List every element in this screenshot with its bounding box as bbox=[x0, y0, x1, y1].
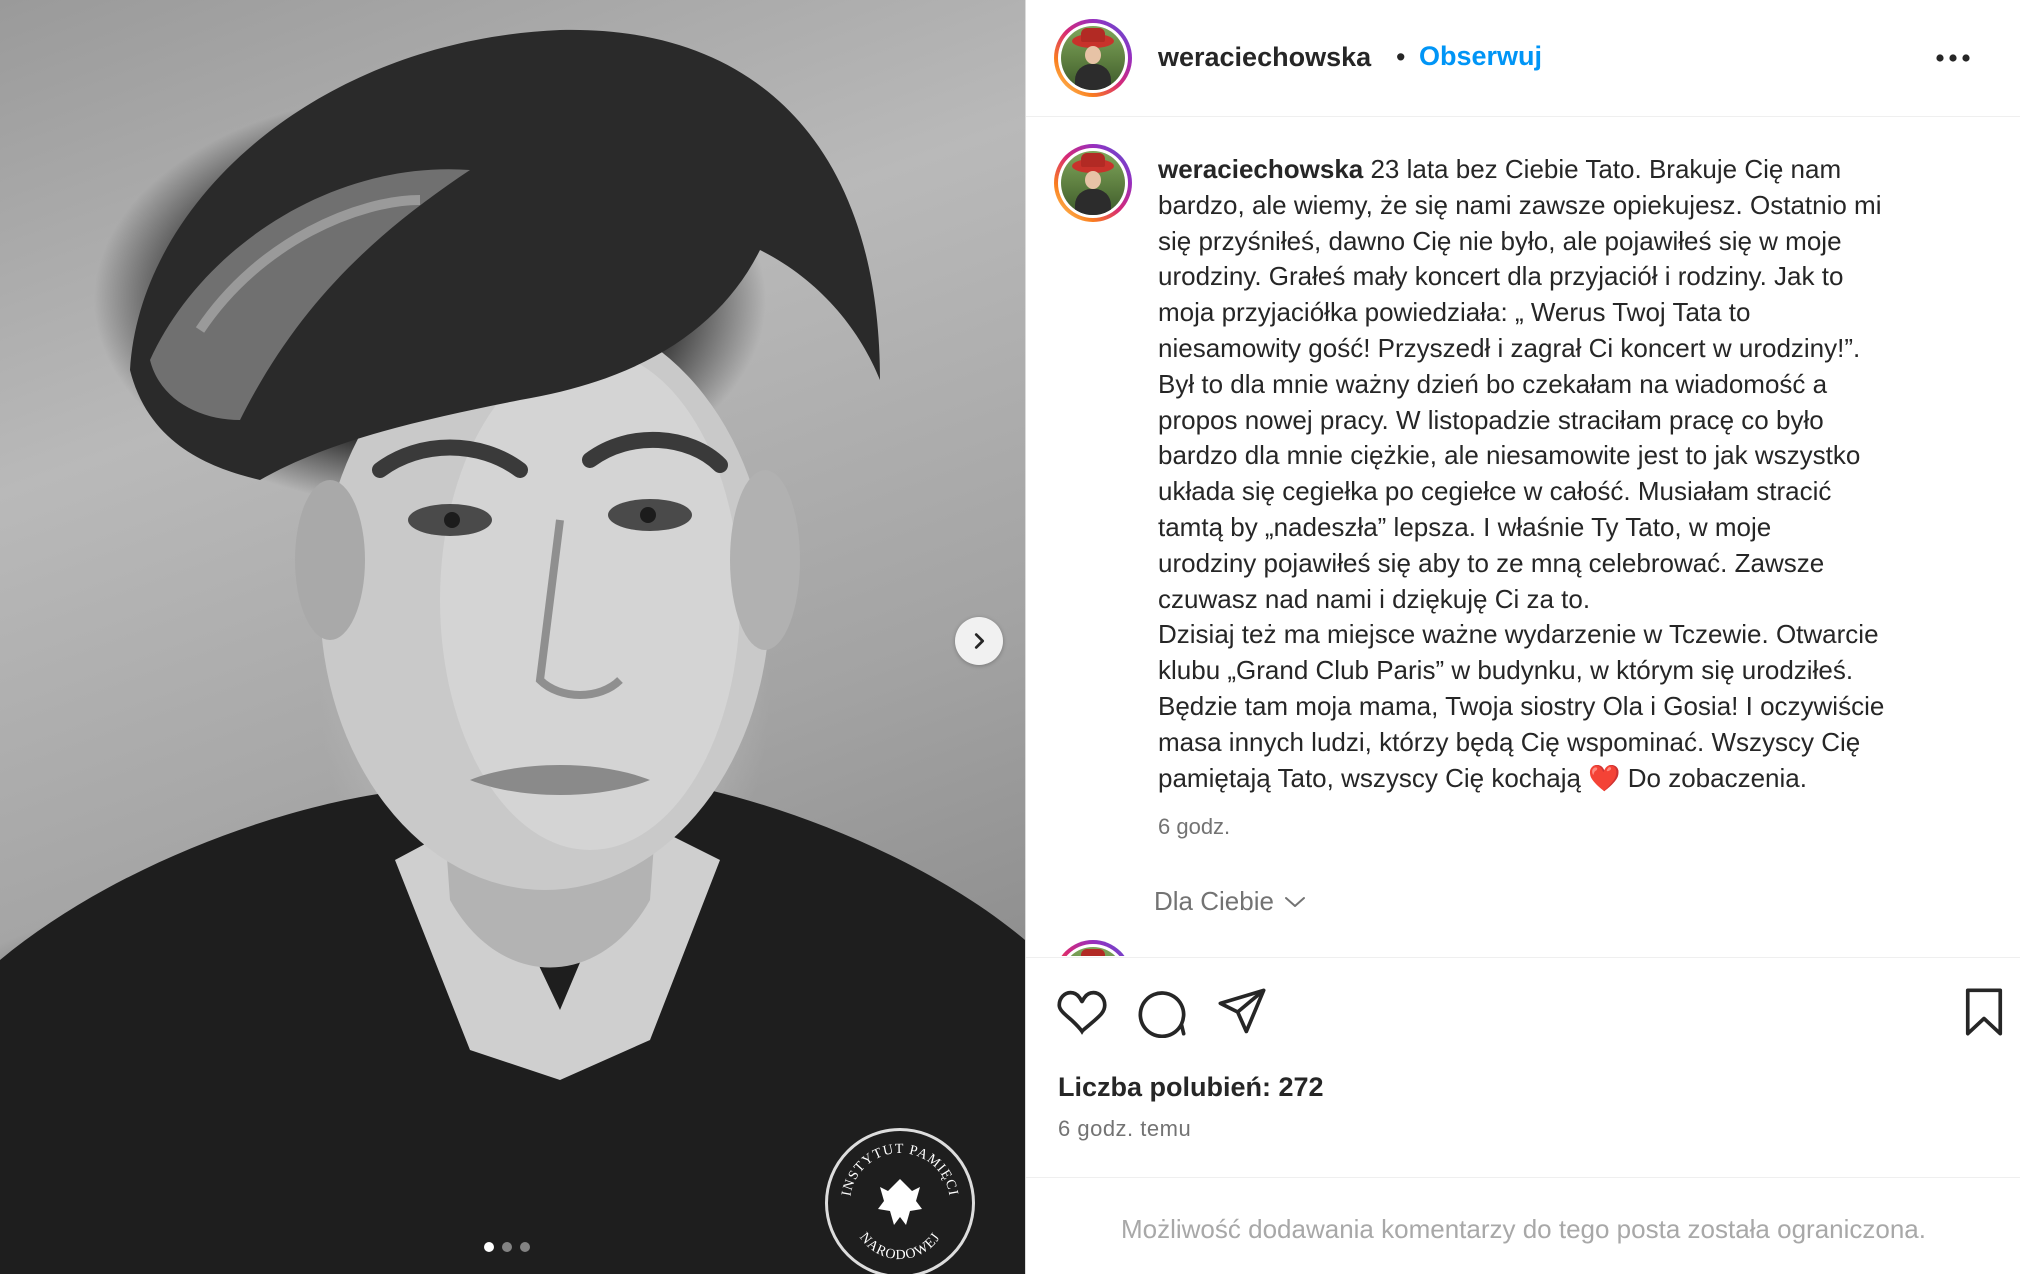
avatar-image bbox=[1061, 151, 1125, 215]
avatar-image bbox=[1061, 947, 1125, 956]
post-actions: Liczba polubień: 272 6 godz. temu bbox=[1026, 957, 2020, 1177]
share-icon bbox=[1218, 988, 1266, 1034]
comments-section[interactable]: weraciechowska 23 lata bez Ciebie Tato. … bbox=[1026, 118, 2020, 956]
post-photo bbox=[0, 0, 1025, 1274]
avatar[interactable] bbox=[1054, 940, 1132, 956]
post-header: weraciechowska • Obserwuj bbox=[1026, 0, 2020, 117]
share-button[interactable] bbox=[1216, 986, 1268, 1038]
chevron-down-icon bbox=[1284, 896, 1305, 907]
portrait-illustration bbox=[0, 29, 1025, 1274]
post-side-panel: weraciechowska • Obserwuj weraciechowska… bbox=[1025, 0, 2020, 1274]
avatar-image bbox=[1061, 26, 1125, 90]
comment-button[interactable] bbox=[1136, 986, 1188, 1039]
carousel-dot bbox=[520, 1242, 530, 1252]
separator-dot: • bbox=[1396, 42, 1406, 72]
post-caption: weraciechowska 23 lata bez Ciebie Tato. … bbox=[1158, 152, 1988, 796]
for-you-label: Dla Ciebie bbox=[1154, 886, 1274, 916]
carousel-dot bbox=[502, 1242, 512, 1252]
comments-restricted-notice: Możliwość dodawania komentarzy do tego p… bbox=[1120, 1214, 1926, 1244]
heart-icon bbox=[1057, 990, 1107, 1035]
for-you-dropdown[interactable]: Dla Ciebie bbox=[1154, 886, 1306, 917]
next-slide-button[interactable] bbox=[955, 617, 1003, 665]
svg-text:NARODOWEJ: NARODOWEJ bbox=[856, 1230, 944, 1263]
comment-bar: Możliwość dodawania komentarzy do tego p… bbox=[1026, 1177, 2020, 1274]
likes-count[interactable]: Liczba polubień: 272 bbox=[1058, 1072, 1324, 1103]
chevron-right-icon bbox=[974, 633, 985, 649]
caption-text: 23 lata bez Ciebie Tato. Brakuje Cię nam… bbox=[1158, 154, 1885, 793]
save-button[interactable] bbox=[1958, 986, 2010, 1038]
follow-button[interactable]: Obserwuj bbox=[1419, 41, 1542, 72]
post-media[interactable]: INSTYTUT PAMIĘCI NARODOWEJ bbox=[0, 0, 1025, 1274]
like-button[interactable] bbox=[1056, 986, 1108, 1038]
caption-username[interactable]: weraciechowska bbox=[1158, 154, 1363, 184]
caption-timestamp[interactable]: 6 godz. bbox=[1158, 814, 1230, 840]
username-link[interactable]: weraciechowska bbox=[1158, 42, 1371, 73]
carousel-dot bbox=[484, 1242, 494, 1252]
bookmark-icon bbox=[1965, 988, 2003, 1036]
more-options-button[interactable] bbox=[1933, 40, 1973, 76]
ipn-seal: INSTYTUT PAMIĘCI NARODOWEJ bbox=[825, 1128, 975, 1274]
comment-icon bbox=[1138, 991, 1186, 1039]
avatar[interactable] bbox=[1054, 144, 1132, 222]
post-timestamp[interactable]: 6 godz. temu bbox=[1058, 1116, 1191, 1142]
avatar[interactable] bbox=[1054, 19, 1132, 97]
more-options-icon bbox=[1936, 54, 1970, 62]
carousel-indicator bbox=[484, 1242, 530, 1252]
